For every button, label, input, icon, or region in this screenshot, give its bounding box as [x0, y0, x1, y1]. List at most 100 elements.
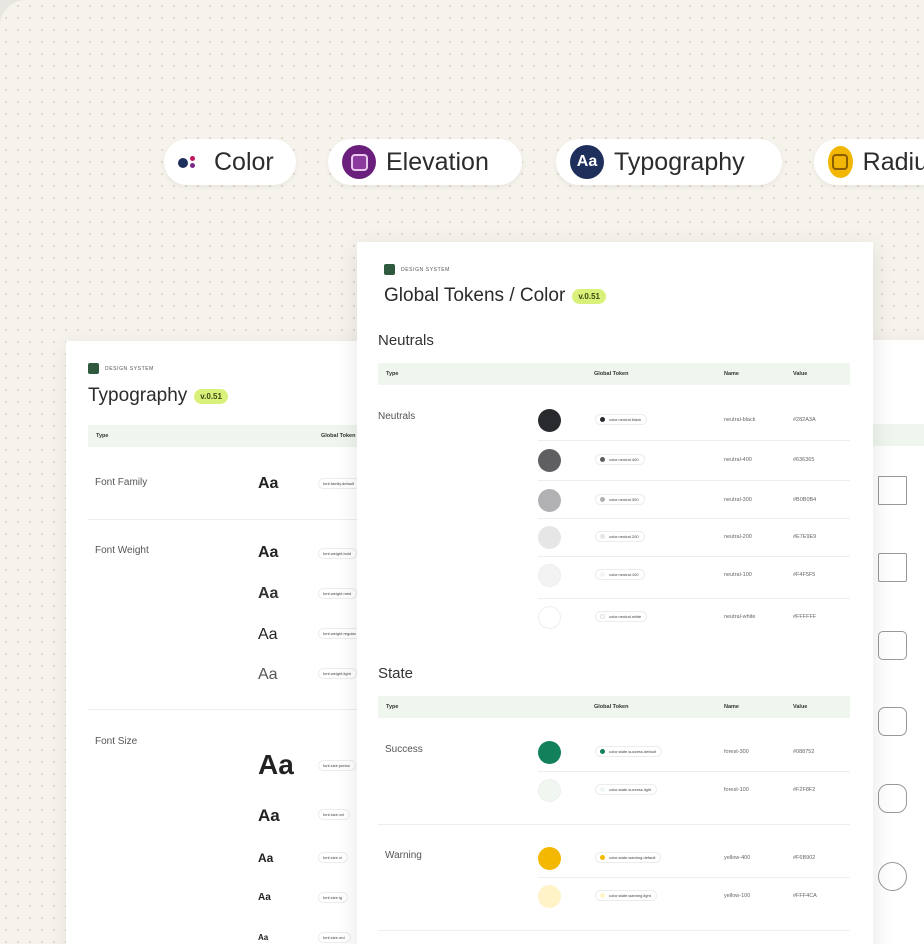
token-chip: font.size.xxl — [318, 809, 350, 820]
row-divider — [378, 930, 850, 931]
token-name-cell: forest-100 — [724, 787, 749, 793]
font-size-label: Font Size — [95, 736, 138, 747]
size-sample-jumbo: Aa — [258, 749, 294, 780]
token-dot — [600, 572, 605, 577]
row-divider — [538, 556, 850, 557]
radius-pill[interactable]: Radiu — [814, 139, 924, 185]
row-divider — [538, 518, 850, 519]
color-swatch — [538, 779, 561, 802]
row-divider — [538, 480, 850, 481]
ds-label: DESIGN SYSTEM — [401, 266, 450, 273]
color-pill-label: Color — [214, 147, 274, 176]
color-swatch — [538, 741, 561, 764]
token-name-cell: neutral-200 — [724, 534, 752, 540]
token-name-cell: yellow-400 — [724, 855, 751, 861]
token-dot — [600, 534, 605, 539]
radius-pill-label: Radiu — [862, 147, 924, 176]
token-name: color.neutral.400 — [609, 457, 639, 462]
token-chip: font.size.jumbo — [318, 760, 356, 771]
radius-sample-5 — [878, 862, 907, 891]
token-name: color.neutral.white — [609, 614, 642, 619]
version-badge: v.0.51 — [572, 288, 606, 304]
version-badge: v.0.51 — [194, 388, 228, 404]
column-global-token: Global Token — [321, 433, 356, 439]
token-dot — [600, 614, 605, 619]
color-sheet: DESIGN SYSTEM Global Tokens / Color v.0.… — [357, 242, 873, 944]
token-chip: font.size.md — [318, 932, 351, 943]
token-value-cell: #F6B902 — [793, 855, 816, 861]
token-name: color.neutral.300 — [609, 497, 639, 502]
state-table-header: Type Global Token Name Value — [378, 696, 850, 718]
color-swatch — [538, 489, 561, 512]
page-title: Global Tokens / Color — [384, 285, 566, 306]
radius-sample-2 — [878, 631, 907, 660]
color-swatch — [538, 409, 561, 432]
size-sample-md: Aa — [258, 933, 269, 942]
aa-text-icon: Aa — [570, 145, 604, 179]
column-type: Type — [96, 433, 109, 439]
size-sample-lg: Aa — [258, 892, 271, 903]
token-dot — [600, 893, 605, 898]
token-chip: color.neutral.white — [595, 611, 648, 622]
weight-sample-regular: Aa — [258, 626, 278, 643]
design-system-logo-icon — [384, 264, 395, 275]
token-value-cell: #FFFFFF — [793, 614, 817, 620]
token-chip: color.state.warning.light — [595, 890, 657, 901]
warning-type-label: Warning — [385, 850, 422, 861]
token-dot — [600, 497, 605, 502]
column-value: Value — [793, 704, 808, 710]
column-name: Name — [724, 371, 739, 377]
size-sample-xxl: Aa — [258, 806, 280, 825]
radius-sample-3 — [878, 707, 907, 736]
token-chip: color.state.success.default — [595, 746, 662, 757]
radius-sample-4 — [878, 784, 907, 813]
page-title: Typography — [88, 385, 188, 406]
token-value-cell: #088752 — [793, 749, 815, 755]
token-name: color.state.warning.default — [609, 855, 656, 860]
typography-table-header: Type Global Token — [88, 425, 386, 447]
token-chip: color.state.success.light — [595, 784, 658, 795]
typography-sheet: DESIGN SYSTEM Typography v.0.51 Type Glo… — [66, 341, 386, 944]
typography-pill[interactable]: Aa Typography — [556, 139, 782, 185]
design-canvas: Color Elevation Aa Typography Radiu DESI… — [0, 0, 924, 944]
palette-dots-icon — [178, 155, 204, 169]
font-weight-label: Font Weight — [95, 545, 149, 556]
column-type: Type — [386, 371, 399, 377]
state-heading: State — [378, 665, 414, 682]
color-sheet-title: Global Tokens / Color v.0.51 — [384, 285, 606, 307]
token-name: color.neutral.200 — [609, 534, 639, 539]
color-swatch — [538, 526, 561, 549]
token-name-cell: forest-300 — [724, 749, 749, 755]
token-dot — [600, 855, 605, 860]
neutrals-heading: Neutrals — [378, 332, 434, 349]
token-chip: font.weight.light — [318, 668, 357, 679]
design-system-logo-icon — [88, 363, 99, 374]
weight-sample-light: Aa — [258, 666, 278, 683]
weight-sample-bold: Aa — [258, 544, 279, 561]
radius-sample-0 — [878, 476, 907, 505]
layers-icon — [342, 145, 376, 179]
font-family-label: Font Family — [95, 477, 148, 488]
size-sample-xl: Aa — [258, 851, 274, 865]
token-name: color.state.warning.light — [609, 893, 651, 898]
token-chip: font.size.xl — [318, 852, 348, 863]
token-chip: color.neutral.300 — [595, 494, 645, 505]
token-chip: font.weight.bold — [318, 548, 358, 559]
neutrals-table-header: Type Global Token Name Value — [378, 363, 850, 385]
color-pill[interactable]: Color — [164, 139, 296, 185]
font-family-sample: Aa — [258, 475, 279, 492]
token-name: color.neutral.100 — [609, 572, 639, 577]
elevation-pill[interactable]: Elevation — [328, 139, 522, 185]
row-divider — [88, 519, 386, 520]
token-chip: font.family.default — [318, 478, 361, 489]
token-name-cell: neutral-300 — [724, 497, 752, 503]
token-chip: font.size.lg — [318, 892, 349, 903]
token-name-cell: neutral-black — [724, 417, 756, 423]
token-chip: color.state.warning.default — [595, 852, 662, 863]
row-divider — [538, 440, 850, 441]
row-divider — [538, 771, 850, 772]
token-value-cell: #F2F8F2 — [793, 787, 816, 793]
token-chip: font.weight.regular — [318, 628, 362, 639]
column-global-token: Global Token — [594, 371, 629, 377]
token-value-cell: #E7E9E9 — [793, 534, 817, 540]
